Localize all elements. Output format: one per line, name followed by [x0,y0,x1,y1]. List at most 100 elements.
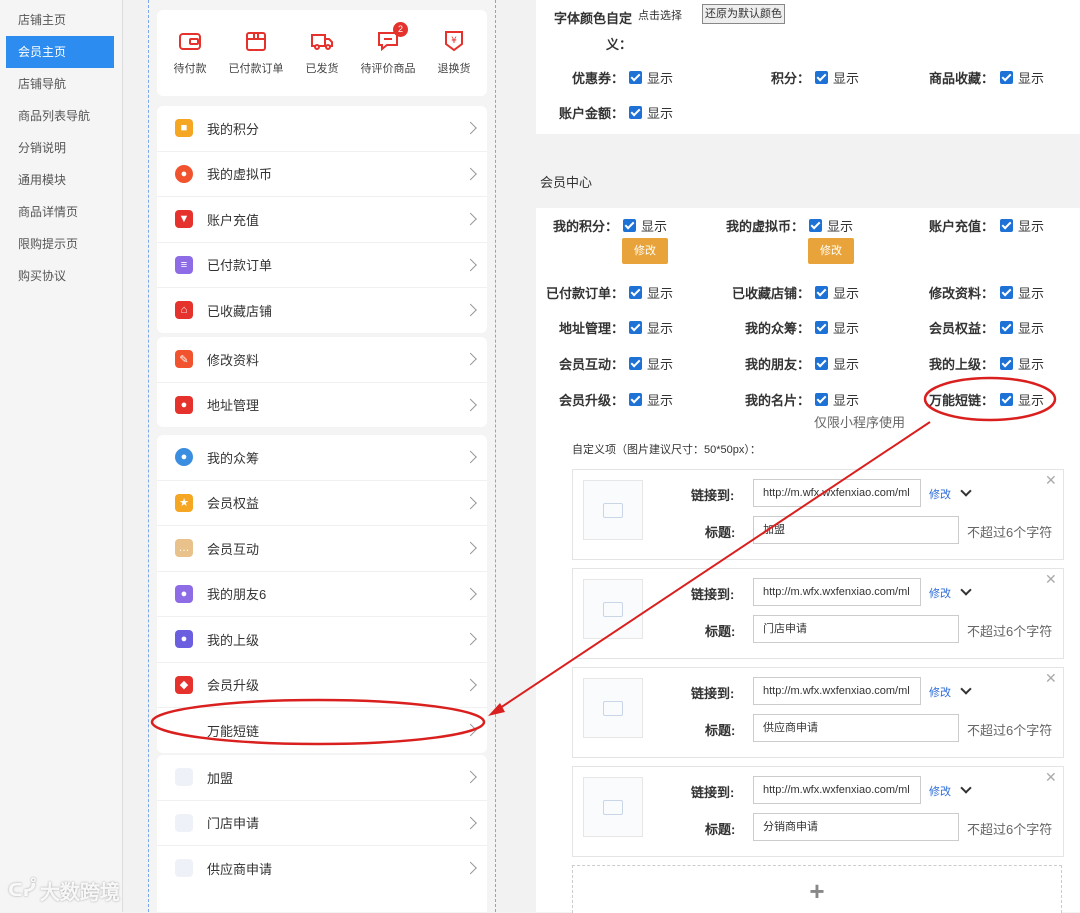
edit-link[interactable]: 修改 [929,585,951,601]
close-icon[interactable]: ✕ [1045,571,1057,588]
edit-points-button[interactable]: 修改 [622,238,668,264]
watermark-text: 大数跨境 [39,882,120,904]
title-input[interactable]: 供应商申请 [753,714,959,742]
points-checkbox[interactable]: 显示 [815,68,859,87]
mc-edit-profile-checkbox[interactable]: 显示 [1000,283,1044,302]
edit-link[interactable]: 修改 [929,684,951,700]
mc-points-checkbox[interactable]: 显示 [623,216,667,235]
menu-item-member-interaction[interactable]: … 会员互动 [157,526,487,572]
char-limit-hint: 不超过6个字符 [967,624,1053,639]
char-limit-hint: 不超过6个字符 [967,822,1053,837]
order-paid[interactable]: 已付款订单 [225,28,287,76]
chevron-down-icon[interactable] [960,683,972,695]
mc-fav-shops-checkbox[interactable]: 显示 [815,283,859,302]
edit-link[interactable]: 修改 [929,783,951,799]
order-to-review[interactable]: 2 待评价商品 [357,22,419,76]
mc-friends-checkbox[interactable]: 显示 [815,354,859,373]
sidebar-item-purchase-limit[interactable]: 限购提示页 [6,228,114,260]
chevron-right-icon [464,678,477,692]
edit-link[interactable]: 修改 [929,486,951,502]
mc-crowdfunding-checkbox[interactable]: 显示 [815,318,859,337]
mc-superior-checkbox[interactable]: 显示 [1000,354,1044,373]
menu-item-universal-shortlink[interactable]: 万能短链 [157,708,487,753]
menu-item-address[interactable]: ● 地址管理 [157,383,487,428]
pick-color-link[interactable]: 点击选择 [638,7,682,23]
close-icon[interactable]: ✕ [1045,670,1057,687]
crowdfunding-icon: ● [175,448,193,467]
mc-interaction-checkbox[interactable]: 显示 [629,354,673,373]
points-label: 积分： [770,71,810,86]
menu-item-my-superior[interactable]: ● 我的上级 [157,617,487,663]
coin-icon: ● [175,164,193,183]
chevron-down-icon[interactable] [960,485,972,497]
checkbox-text: 显示 [1018,357,1045,372]
checkbox-checked-icon [815,321,828,334]
link-url-input[interactable]: http://m.wfx.wxfenxiao.com/ml [753,677,921,705]
close-icon[interactable]: ✕ [1045,769,1057,786]
chevron-down-icon[interactable] [960,584,972,596]
mc-shortlink-checkbox[interactable]: 显示 [1000,390,1044,409]
menu-item-join[interactable]: 加盟 [157,755,487,801]
account-amount-checkbox[interactable]: 显示 [629,103,673,122]
menu-item-label: 供应商申请 [207,861,273,877]
box-icon [246,32,266,51]
sidebar-item-shop-home[interactable]: 店铺主页 [6,4,114,36]
menu-item-virtual-coin[interactable]: ● 我的虚拟币 [157,152,487,197]
order-shipped[interactable]: 已发货 [291,28,353,76]
edit-coin-button[interactable]: 修改 [808,238,854,264]
menu-item-label: 会员权益 [207,496,260,512]
link-url-input[interactable]: http://m.wfx.wxfenxiao.com/ml [753,776,921,804]
sidebar-item-product-detail[interactable]: 商品详情页 [6,196,114,228]
title-input[interactable]: 分销商申请 [753,813,959,841]
sidebar-item-common-module[interactable]: 通用模块 [6,164,114,196]
sidebar-item-purchase-agreement[interactable]: 购买协议 [6,260,114,292]
menu-item-edit-profile[interactable]: ✎ 修改资料 [157,337,487,383]
title-input[interactable]: 门店申请 [753,615,959,643]
close-icon[interactable]: ✕ [1045,472,1057,489]
link-url-input[interactable]: http://m.wfx.wxfenxiao.com/ml [753,479,921,507]
sidebar-item-distribution[interactable]: 分销说明 [6,132,114,164]
reset-color-button[interactable]: 还原为默认颜色 [702,4,785,24]
menu-item-store-apply[interactable]: 门店申请 [157,801,487,846]
edit-icon: ✎ [175,350,193,369]
chevron-right-icon [464,541,477,555]
mc-rights-checkbox[interactable]: 显示 [1000,318,1044,337]
sidebar-item-member-home[interactable]: 会员主页 [6,36,114,68]
menu-item-supplier-apply[interactable]: 供应商申请 [157,846,487,891]
chevron-right-icon [464,816,477,830]
menu-item-my-friends[interactable]: ● 我的朋友6 [157,572,487,617]
image-upload-placeholder[interactable] [583,777,643,837]
order-pending-payment[interactable]: 待付款 [159,28,221,76]
menu-item-favorite-shops[interactable]: ⌂ 已收藏店铺 [157,288,487,333]
char-limit-hint: 不超过6个字符 [967,723,1053,738]
menu-item-member-rights[interactable]: ★ 会员权益 [157,481,487,526]
sidebar-item-shop-nav[interactable]: 店铺导航 [6,68,114,100]
mc-recharge-checkbox[interactable]: 显示 [1000,216,1044,235]
title-input[interactable]: 加盟 [753,516,959,544]
truck-icon [311,34,333,50]
menu-item-recharge[interactable]: ▼ 账户充值 [157,197,487,243]
product-fav-checkbox[interactable]: 显示 [1000,68,1044,87]
coupon-checkbox[interactable]: 显示 [629,68,673,87]
mc-upgrade-checkbox[interactable]: 显示 [629,390,673,409]
add-custom-item-button[interactable]: + [572,865,1062,913]
image-upload-placeholder[interactable] [583,678,643,738]
menu-item-my-points[interactable]: ■ 我的积分 [157,106,487,152]
order-refund[interactable]: ¥ 退换货 [423,28,485,76]
menu-item-paid-orders[interactable]: ≡ 已付款订单 [157,243,487,288]
chevron-down-icon[interactable] [960,782,972,794]
sidebar-item-product-list-nav[interactable]: 商品列表导航 [6,100,114,132]
menu-item-crowdfunding[interactable]: ● 我的众筹 [157,435,487,481]
image-upload-placeholder[interactable] [583,480,643,540]
image-upload-placeholder[interactable] [583,579,643,639]
checkbox-text: 显示 [833,357,860,372]
user-icon: ● [175,630,193,649]
mc-upgrade-label: 会员升级： [558,393,624,408]
link-url-input[interactable]: http://m.wfx.wxfenxiao.com/ml [753,578,921,606]
mc-card-checkbox[interactable]: 显示 [815,390,859,409]
mc-address-checkbox[interactable]: 显示 [629,318,673,337]
mc-superior-label: 我的上级： [928,357,994,372]
menu-item-member-upgrade[interactable]: ◆ 会员升级 [157,663,487,708]
mc-paid-orders-checkbox[interactable]: 显示 [629,283,673,302]
mc-coin-checkbox[interactable]: 显示 [809,216,853,235]
